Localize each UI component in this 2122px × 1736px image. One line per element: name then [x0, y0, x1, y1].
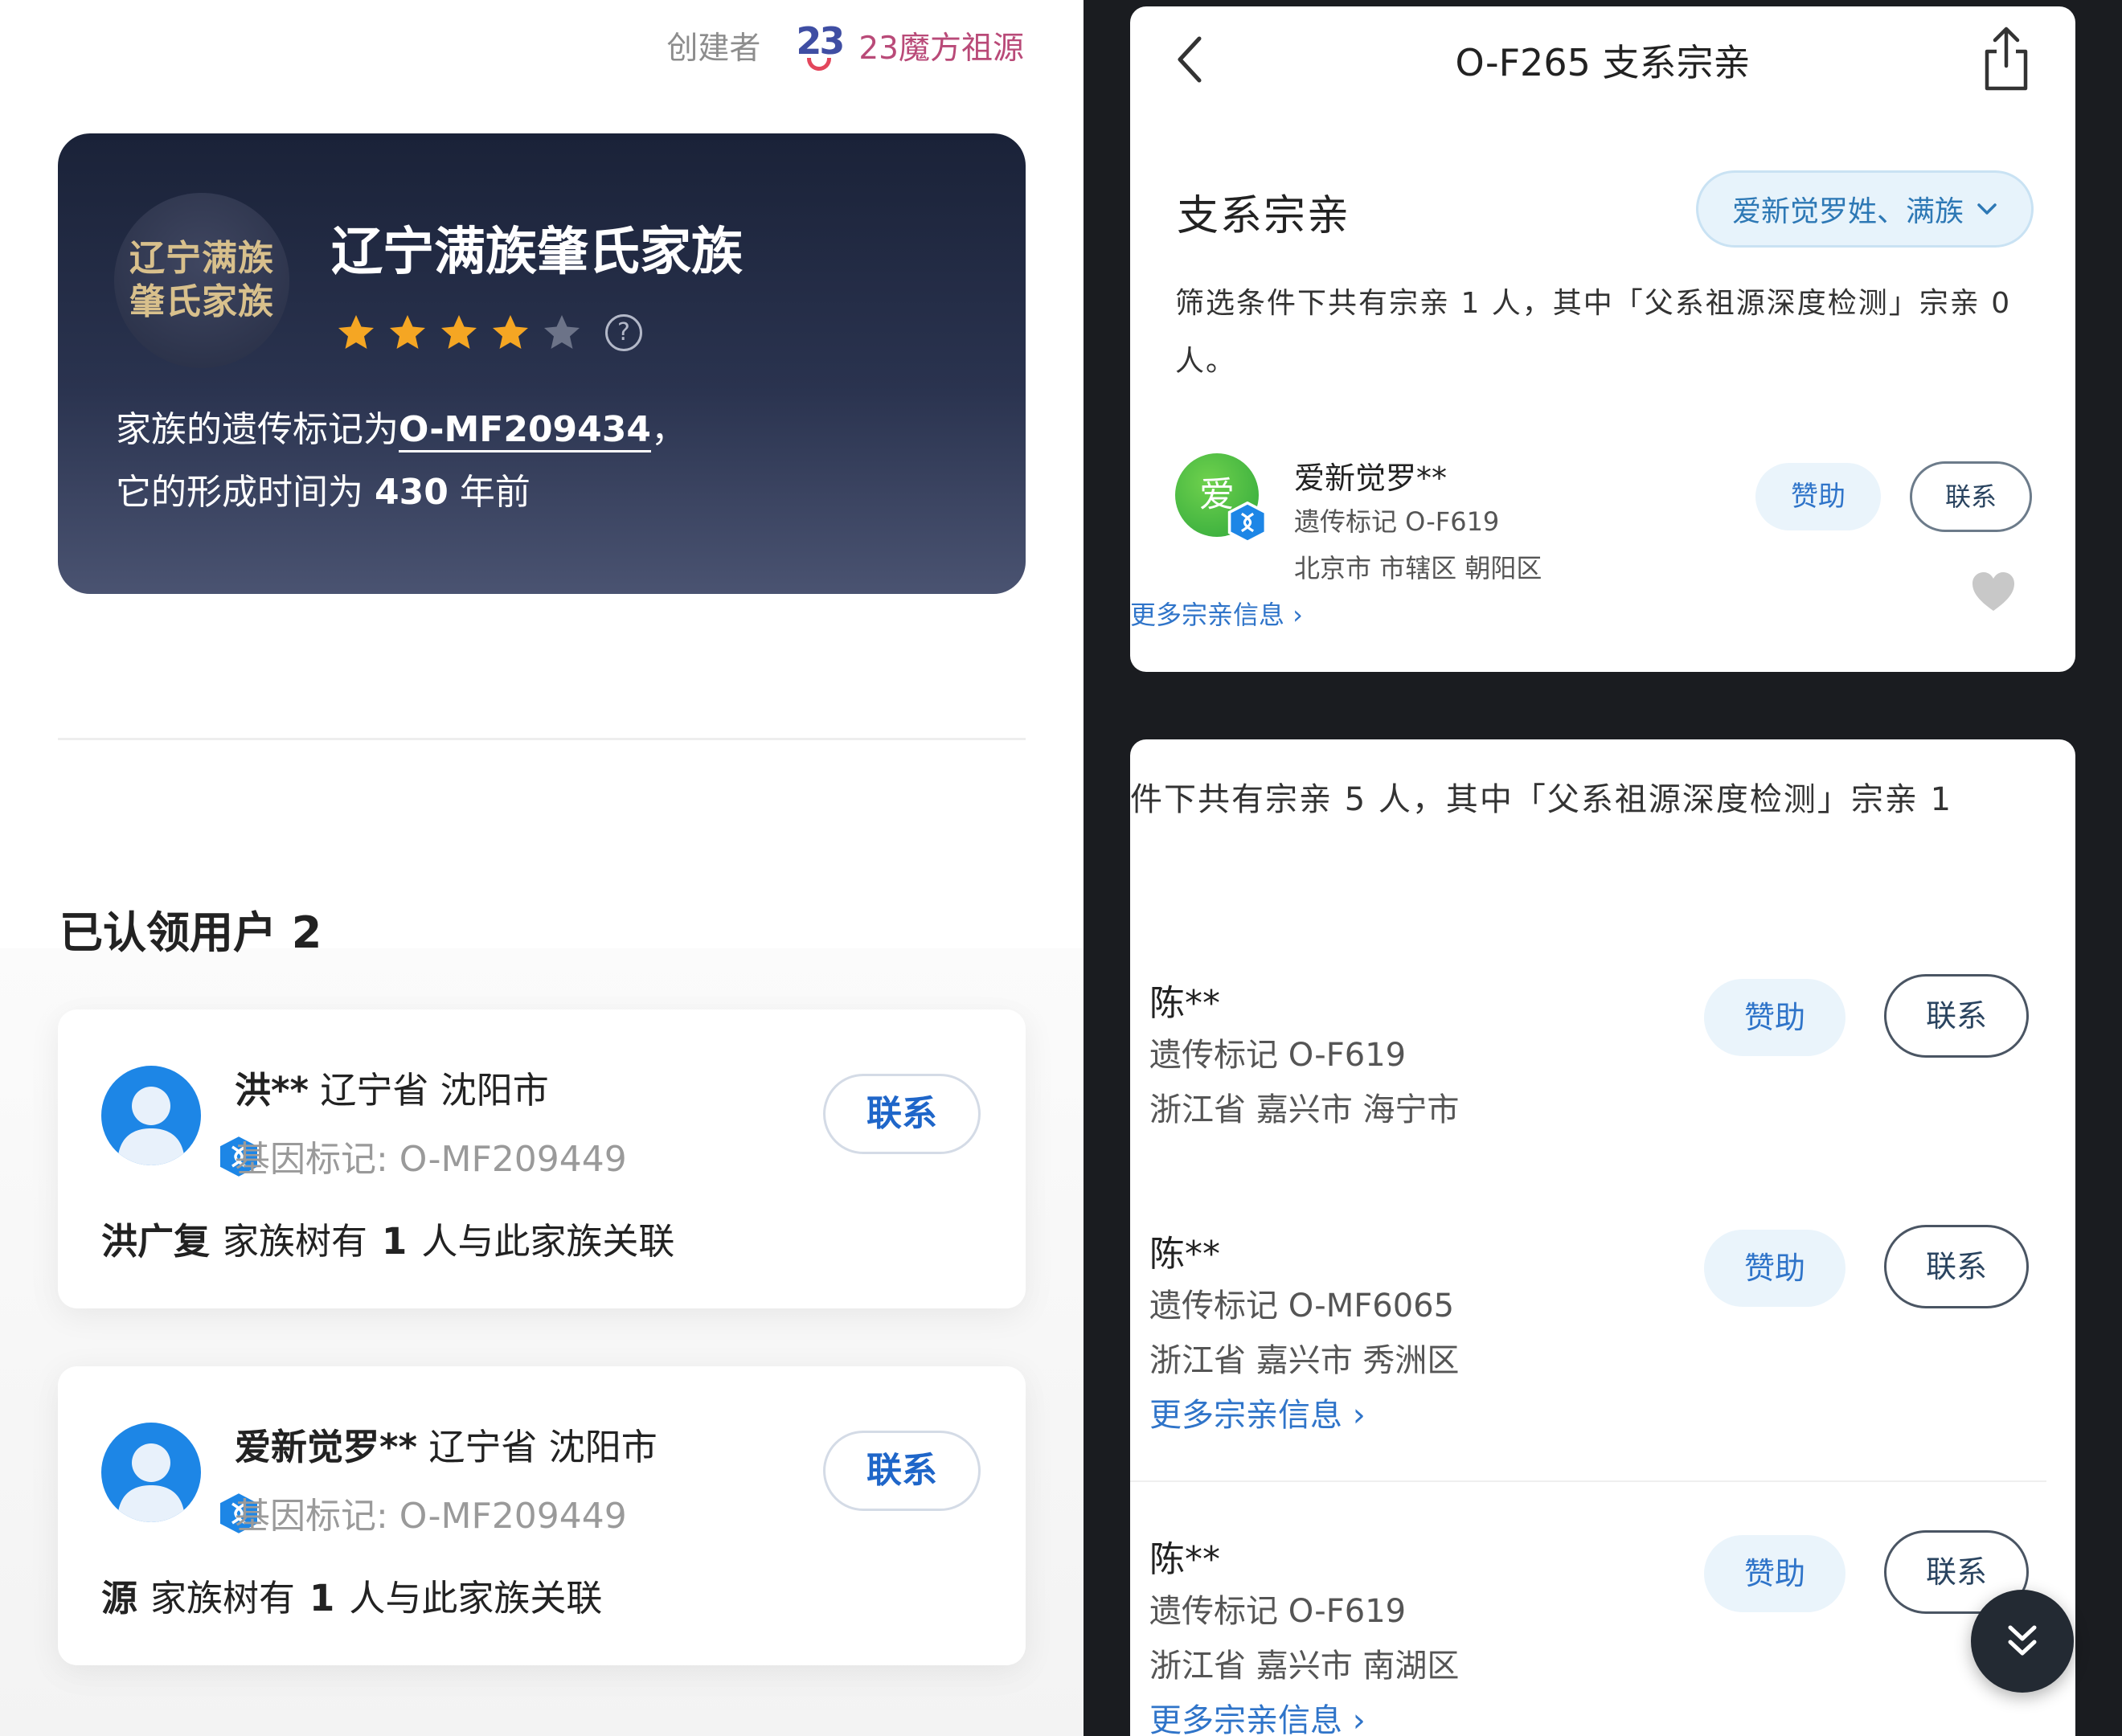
user-family-tree-info: 洪广复 家族树有 1 人与此家族关联 [101, 1212, 674, 1264]
relative-location: 浙江省 嘉兴市 南湖区 [1149, 1648, 1460, 1685]
user-location: 辽宁省 沈阳市 [428, 1426, 657, 1468]
relative-name: 陈** [1149, 1539, 1220, 1580]
user-location: 辽宁省 沈阳市 [320, 1069, 549, 1112]
user-family-tree-info: 源家族树有 1 人与此家族关联 [101, 1569, 602, 1621]
sponsor-button[interactable]: 赞助 [1755, 463, 1881, 530]
help-icon[interactable]: ? [605, 314, 642, 351]
more-relative-info-link[interactable]: 更多宗亲信息 › [1130, 595, 1303, 632]
user-name: 爱新觉罗** [235, 1426, 418, 1468]
user-avatar-icon [101, 1423, 201, 1522]
contact-button[interactable]: 联系 [1884, 1225, 2029, 1308]
sponsor-button[interactable]: 赞助 [1704, 1230, 1845, 1307]
tree-name: 源 [101, 1577, 138, 1619]
marker-prefix: 家族的遗传标记为 [116, 409, 399, 450]
tree-count: 1 [382, 1220, 408, 1263]
age-prefix: 它的形成时间为 [116, 472, 363, 513]
user-name-location: 洪** 辽宁省 沈阳市 [235, 1061, 549, 1113]
tree-name: 洪广复 [101, 1220, 211, 1263]
heart-icon[interactable] [1969, 569, 2018, 614]
star-empty-icon [544, 315, 580, 349]
page-title: O-F265 支系宗亲 [1455, 41, 1751, 84]
age-years: 430 [375, 472, 449, 513]
emblem-line-2: 肇氏家族 [129, 281, 274, 322]
sponsor-button[interactable]: 赞助 [1704, 979, 1845, 1056]
family-rating: ? [335, 312, 642, 354]
more-relative-info-link[interactable]: 更多宗亲信息 › [1149, 1389, 1366, 1435]
family-age-line: 它的形成时间为 430 年前 [116, 461, 686, 524]
relative-name: 陈** [1149, 983, 1220, 1024]
family-detail-panel: 创建者 23 23魔方祖源 辽宁满族 肇氏家族 辽宁满族肇氏家族 ? 家族的遗传… [0, 0, 1084, 1736]
dna-badge-icon [1227, 502, 1268, 543]
family-marker-line: 家族的遗传标记为O-MF209434， [116, 399, 686, 461]
relative-name: 爱新觉罗** [1294, 461, 1448, 496]
filter-dropdown[interactable]: 爱新觉罗姓、满族 [1696, 170, 2034, 248]
emblem-line-1: 辽宁满族 [129, 238, 274, 279]
23-logo-smile [807, 58, 832, 71]
user-name-location: 爱新觉罗** 辽宁省 沈阳市 [235, 1418, 657, 1470]
relative-marker: 遗传标记 O-F619 [1149, 1593, 1407, 1630]
filter-summary: 件下共有宗亲 5 人，其中「父系祖源深度检测」宗亲 1 [1130, 781, 1953, 818]
tree-prefix: 家族树有 [150, 1577, 296, 1619]
family-marker-link[interactable]: O-MF209434 [399, 409, 652, 452]
relative-location: 浙江省 嘉兴市 秀洲区 [1149, 1342, 1460, 1379]
contact-button[interactable]: 联系 [1884, 974, 2029, 1058]
tree-suffix: 人与此家族关联 [349, 1577, 603, 1619]
relative-location: 浙江省 嘉兴市 海宁市 [1149, 1091, 1460, 1128]
scroll-to-bottom-button[interactable] [1971, 1590, 2074, 1693]
section-divider [58, 738, 1026, 740]
family-title: 辽宁满族肇氏家族 [331, 223, 743, 282]
list-divider [1130, 1480, 2046, 1482]
branch-relatives-list-screen: 件下共有宗亲 5 人，其中「父系祖源深度检测」宗亲 1 陈** 遗传标记 O-F… [1130, 739, 2075, 1736]
filter-label: 爱新觉罗姓、满族 [1731, 195, 1964, 228]
creator-name-link[interactable]: 23魔方祖源 [858, 23, 1024, 68]
claimed-users-title: 已认领用户 2 [59, 907, 322, 958]
tree-prefix: 家族树有 [223, 1220, 368, 1263]
star-filled-icon [338, 315, 374, 349]
marker-suffix: ， [651, 409, 687, 450]
family-info-card: 辽宁满族 肇氏家族 辽宁满族肇氏家族 ? 家族的遗传标记为O-MF209434，… [58, 133, 1026, 594]
23-logo-text: 23 [796, 19, 845, 63]
filter-summary: 筛选条件下共有宗亲 1 人，其中「父系祖源深度检测」宗亲 0 人。 [1175, 287, 2012, 378]
chevron-down-icon [1977, 203, 1997, 215]
creator-label: 创建者 [666, 31, 761, 67]
relative-marker: 遗传标记 O-F619 [1149, 1037, 1407, 1074]
relative-name: 陈** [1149, 1234, 1220, 1275]
claimed-user-card[interactable]: 爱新觉罗** 辽宁省 沈阳市 基因标记: O-MF209449 联系 源家族树有… [58, 1366, 1026, 1665]
tree-count: 1 [309, 1577, 335, 1619]
contact-button[interactable]: 联系 [823, 1431, 981, 1511]
relative-marker: 遗传标记 O-F619 [1294, 506, 1500, 537]
star-filled-icon [493, 315, 528, 349]
contact-button[interactable]: 联系 [1910, 461, 2032, 532]
age-suffix: 年前 [459, 472, 530, 513]
relative-location: 北京市 市辖区 朝阳区 [1294, 553, 1542, 583]
relative-marker: 遗传标记 O-MF6065 [1149, 1288, 1455, 1325]
double-chevron-down-icon [2008, 1625, 2037, 1656]
user-avatar-icon [101, 1066, 201, 1165]
star-filled-icon [441, 315, 477, 349]
more-relative-info-link[interactable]: 更多宗亲信息 › [1149, 1694, 1366, 1736]
user-gene-marker: 基因标记: O-MF209449 [235, 1139, 627, 1180]
section-title: 支系宗亲 [1177, 192, 1351, 240]
tree-suffix: 人与此家族关联 [421, 1220, 675, 1263]
user-name: 洪** [235, 1069, 309, 1112]
star-filled-icon [390, 315, 425, 349]
family-description: 家族的遗传标记为O-MF209434， 它的形成时间为 430 年前 [116, 399, 686, 524]
creator-row: 创建者 23 23魔方祖源 [666, 19, 1024, 72]
contact-button[interactable]: 联系 [823, 1074, 981, 1154]
sponsor-button[interactable]: 赞助 [1704, 1535, 1845, 1612]
user-gene-marker: 基因标记: O-MF209449 [235, 1496, 627, 1537]
share-icon[interactable] [1979, 23, 2034, 95]
claimed-user-card[interactable]: 洪** 辽宁省 沈阳市 基因标记: O-MF209449 联系 洪广复 家族树有 1… [58, 1009, 1026, 1308]
branch-relatives-screen: O-F265 支系宗亲 支系宗亲 爱新觉罗姓、满族 筛选条件下共有宗亲 1 人，… [1130, 6, 2075, 672]
23-logo-icon: 23 [793, 19, 846, 72]
family-emblem: 辽宁满族 肇氏家族 [114, 193, 289, 368]
